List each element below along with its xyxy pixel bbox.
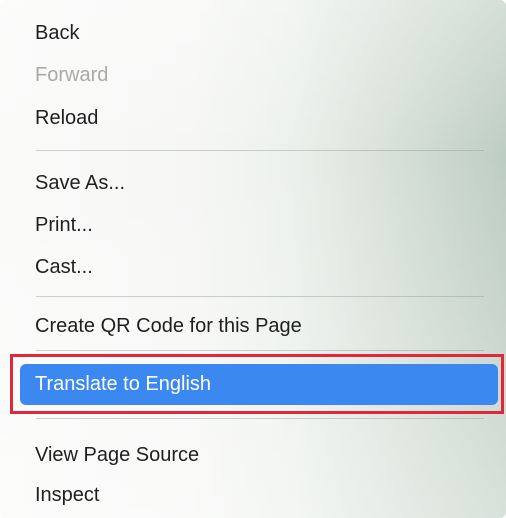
menu-separator	[36, 150, 484, 151]
menu-item-translate[interactable]: Translate to English	[20, 364, 498, 405]
menu-item-reload[interactable]: Reload	[20, 101, 498, 135]
menu-separator	[36, 296, 484, 297]
menu-item-create-qr-code[interactable]: Create QR Code for this Page	[20, 309, 498, 343]
menu-item-print[interactable]: Print...	[20, 208, 498, 242]
menu-item-back[interactable]: Back	[20, 16, 498, 50]
menu-item-save-as[interactable]: Save As...	[20, 166, 498, 200]
context-menu: Back Forward Reload Save As... Print... …	[0, 0, 506, 518]
menu-item-cast[interactable]: Cast...	[20, 250, 498, 284]
menu-item-view-page-source[interactable]: View Page Source	[20, 438, 498, 472]
menu-item-forward: Forward	[35, 63, 109, 86]
menu-separator	[36, 350, 484, 351]
menu-separator	[36, 418, 484, 419]
menu-item-inspect[interactable]: Inspect	[20, 478, 498, 512]
